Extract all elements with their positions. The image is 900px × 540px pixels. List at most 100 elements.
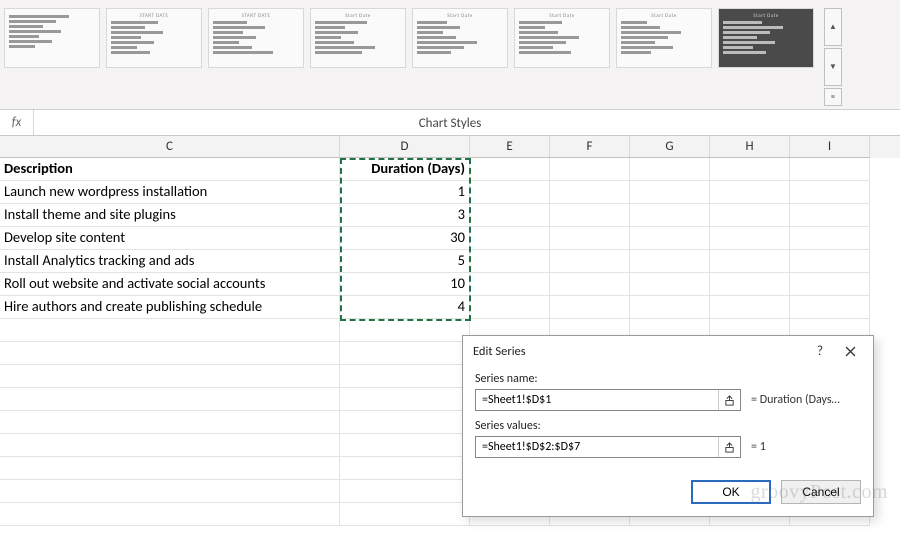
cell[interactable] (0, 457, 340, 480)
cell[interactable] (340, 503, 470, 526)
cell[interactable] (0, 319, 340, 342)
cell[interactable]: Roll out website and activate social acc… (0, 273, 340, 296)
cell[interactable]: 5 (340, 250, 470, 273)
chart-style-thumb[interactable]: Start Date (616, 8, 712, 68)
cell[interactable] (0, 411, 340, 434)
table-row[interactable]: Install theme and site plugins3 (0, 204, 900, 227)
cell[interactable] (710, 181, 790, 204)
cell[interactable] (790, 227, 870, 250)
chart-style-thumb[interactable] (4, 8, 100, 68)
table-row[interactable]: Develop site content30 (0, 227, 900, 250)
cell[interactable] (0, 388, 340, 411)
cell[interactable]: 10 (340, 273, 470, 296)
ok-button[interactable]: OK (691, 480, 771, 504)
cell[interactable] (710, 296, 790, 319)
series-values-input[interactable] (476, 437, 718, 457)
cancel-button[interactable]: Cancel (781, 480, 861, 504)
cell[interactable] (470, 204, 550, 227)
cell[interactable] (0, 434, 340, 457)
cell[interactable] (340, 434, 470, 457)
cell[interactable]: 3 (340, 204, 470, 227)
cell[interactable]: 1 (340, 181, 470, 204)
cell[interactable] (340, 388, 470, 411)
chart-style-thumb[interactable]: START DATE (106, 8, 202, 68)
range-selector-icon[interactable] (718, 437, 740, 457)
col-header-d[interactable]: D (340, 136, 470, 158)
dialog-help-button[interactable]: ? (805, 339, 835, 363)
cell[interactable] (470, 158, 550, 181)
cell[interactable] (340, 319, 470, 342)
cell[interactable] (550, 273, 630, 296)
chart-style-thumb[interactable]: Start Date (310, 8, 406, 68)
series-name-input[interactable] (476, 390, 718, 410)
chart-style-thumb[interactable]: Start Date (718, 8, 814, 68)
dialog-titlebar[interactable]: Edit Series ? (463, 336, 873, 366)
cell[interactable] (470, 181, 550, 204)
cell[interactable] (550, 181, 630, 204)
cell[interactable]: Duration (Days) (340, 158, 470, 181)
cell[interactable] (0, 503, 340, 526)
cell[interactable] (340, 457, 470, 480)
chevron-up-icon[interactable]: ▲ (824, 8, 842, 46)
table-row[interactable]: Hire authors and create publishing sched… (0, 296, 900, 319)
cell[interactable] (630, 250, 710, 273)
cell[interactable]: Install Analytics tracking and ads (0, 250, 340, 273)
cell[interactable]: 30 (340, 227, 470, 250)
cell[interactable] (550, 227, 630, 250)
cell[interactable] (550, 158, 630, 181)
cell[interactable] (710, 273, 790, 296)
cell[interactable] (710, 204, 790, 227)
cell[interactable] (340, 342, 470, 365)
close-icon[interactable] (835, 339, 865, 363)
cell[interactable] (790, 273, 870, 296)
col-header-h[interactable]: H (710, 136, 790, 158)
chart-style-thumb[interactable]: START DATE (208, 8, 304, 68)
range-selector-icon[interactable] (718, 390, 740, 410)
cell[interactable] (790, 158, 870, 181)
col-header-e[interactable]: E (470, 136, 550, 158)
cell[interactable] (0, 365, 340, 388)
cell[interactable] (790, 250, 870, 273)
cell[interactable]: 4 (340, 296, 470, 319)
cell[interactable] (550, 204, 630, 227)
cell[interactable]: Description (0, 158, 340, 181)
table-row[interactable]: Install Analytics tracking and ads5 (0, 250, 900, 273)
cell[interactable] (630, 158, 710, 181)
cell[interactable] (340, 365, 470, 388)
table-row[interactable]: Roll out website and activate social acc… (0, 273, 900, 296)
cell[interactable]: Develop site content (0, 227, 340, 250)
cell[interactable] (0, 480, 340, 503)
cell[interactable] (340, 480, 470, 503)
cell[interactable] (790, 296, 870, 319)
chart-style-thumb[interactable]: Start Date (412, 8, 508, 68)
cell[interactable] (0, 342, 340, 365)
more-styles-icon[interactable]: ≡ (824, 88, 842, 106)
cell[interactable] (630, 227, 710, 250)
cell[interactable] (470, 227, 550, 250)
cell[interactable] (710, 250, 790, 273)
cell[interactable] (630, 273, 710, 296)
cell[interactable] (630, 296, 710, 319)
cell[interactable]: Launch new wordpress installation (0, 181, 340, 204)
table-row[interactable]: Launch new wordpress installation1 (0, 181, 900, 204)
cell[interactable] (550, 296, 630, 319)
cell[interactable] (790, 204, 870, 227)
cell[interactable] (470, 250, 550, 273)
cell[interactable] (790, 181, 870, 204)
cell[interactable] (340, 411, 470, 434)
cell[interactable] (470, 273, 550, 296)
col-header-i[interactable]: I (790, 136, 870, 158)
chevron-down-icon[interactable]: ▼ (824, 48, 842, 86)
col-header-c[interactable]: C (0, 136, 340, 158)
cell[interactable] (630, 181, 710, 204)
cell[interactable] (630, 204, 710, 227)
col-header-g[interactable]: G (630, 136, 710, 158)
col-header-f[interactable]: F (550, 136, 630, 158)
cell[interactable]: Install theme and site plugins (0, 204, 340, 227)
cell[interactable]: Hire authors and create publishing sched… (0, 296, 340, 319)
table-row[interactable]: DescriptionDuration (Days) (0, 158, 900, 181)
cell[interactable] (710, 227, 790, 250)
cell[interactable] (710, 158, 790, 181)
cell[interactable] (470, 296, 550, 319)
chart-style-thumb[interactable]: Start Date (514, 8, 610, 68)
